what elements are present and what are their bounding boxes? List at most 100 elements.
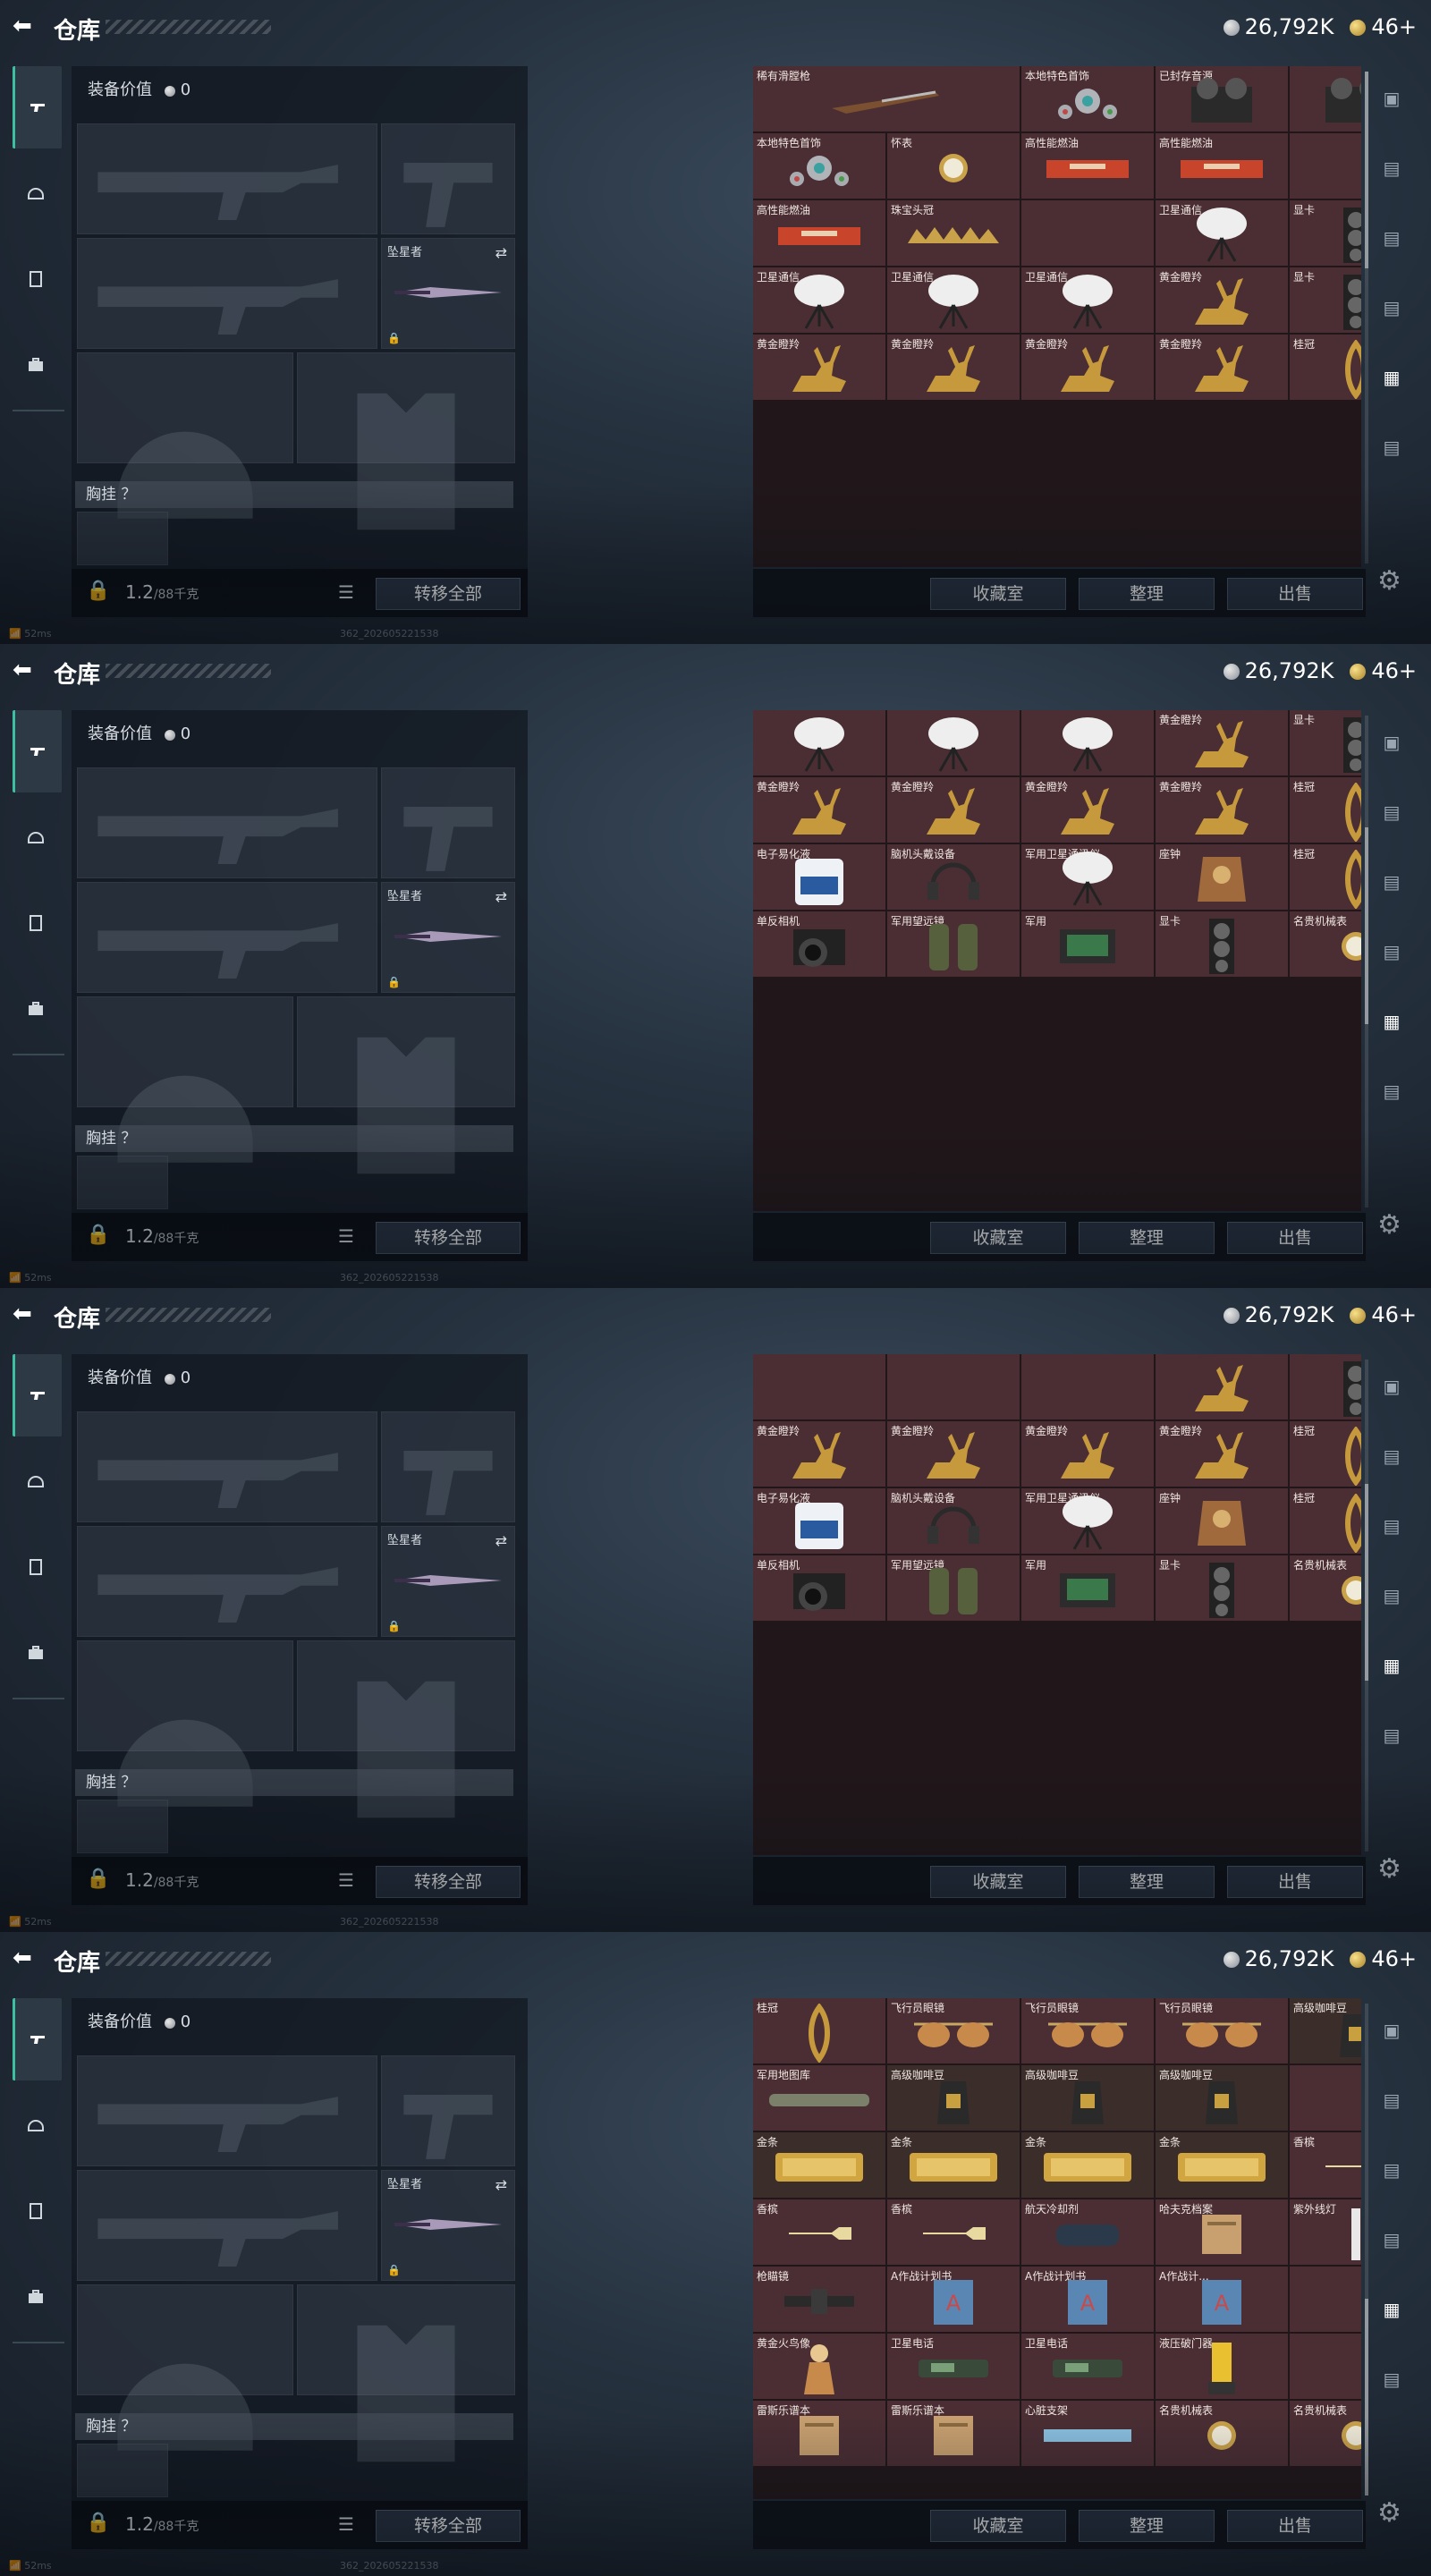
stash-item[interactable]: 香槟	[1290, 2132, 1361, 2198]
stash-item[interactable]: 珠宝头冠	[887, 200, 1020, 266]
stash-item[interactable]: 黄金瞪羚	[887, 777, 1020, 843]
gold-balance[interactable]: 46+	[1350, 1302, 1417, 1327]
nav-backpack[interactable]	[13, 1630, 59, 1676]
tab-stash-3[interactable]: ▤	[1374, 2152, 1410, 2188]
nav-helmet[interactable]	[13, 170, 59, 216]
helmet-slot[interactable]	[77, 996, 293, 1163]
stash-item[interactable]	[1156, 1354, 1288, 1419]
stash-item[interactable]: 飞行员眼镜	[1156, 1998, 1288, 2063]
stash-item[interactable]: 金条	[1156, 2132, 1288, 2198]
stash-item[interactable]: 电子易化液	[753, 1488, 885, 1554]
tab-stash-4[interactable]: ▤	[1374, 1578, 1410, 1614]
stash-item[interactable]: 香槟	[887, 2199, 1020, 2265]
organize-button[interactable]: 整理	[1079, 578, 1215, 610]
collection-room-button[interactable]: 收藏室	[930, 1222, 1066, 1254]
tab-stash-6[interactable]: ▤	[1374, 429, 1410, 465]
chest-rig-slot[interactable]	[77, 512, 168, 565]
nav-armor[interactable]	[13, 256, 59, 302]
secondary-weapon-slot[interactable]	[77, 2170, 377, 2281]
stash-item[interactable]: 卫星通信	[1156, 200, 1288, 266]
stash-item[interactable]: 本地特色首饰	[753, 133, 885, 199]
tab-stash-5[interactable]: ▦	[1374, 1648, 1410, 1683]
stash-item[interactable]: 军用望远镜	[887, 1555, 1020, 1621]
nav-weapons[interactable]	[13, 1354, 62, 1436]
list-icon[interactable]: ☰	[338, 2513, 354, 2535]
sell-button[interactable]: 出售	[1227, 578, 1363, 610]
stash-item[interactable]: 航天冷却剂	[1021, 2199, 1154, 2265]
nav-weapons[interactable]	[13, 710, 62, 792]
stash-item[interactable]: 座钟	[1156, 1488, 1288, 1554]
pistol-slot[interactable]	[381, 2055, 515, 2166]
stash-item[interactable]: 桂冠	[1290, 777, 1361, 843]
stash-item[interactable]: 卫星电话	[887, 2334, 1020, 2399]
stash-item[interactable]: 显卡	[1290, 200, 1361, 266]
back-arrow-icon[interactable]: ⬅	[13, 1945, 39, 1971]
tab-stash-main[interactable]: ▣	[1374, 80, 1410, 116]
nav-helmet[interactable]	[13, 2102, 59, 2148]
stash-item[interactable]: 黄金瞪羚	[887, 335, 1020, 400]
sell-button[interactable]: 出售	[1227, 1222, 1363, 1254]
tab-stash-main[interactable]: ▣	[1374, 724, 1410, 760]
tab-stash-4[interactable]: ▤	[1374, 290, 1410, 326]
tab-stash-6[interactable]: ▤	[1374, 2361, 1410, 2397]
scrollbar-thumb[interactable]	[1365, 72, 1368, 268]
stash-item[interactable]	[1021, 200, 1154, 266]
stash-item[interactable]: A作战计划书 A	[887, 2267, 1020, 2332]
helmet-slot[interactable]	[77, 2284, 293, 2451]
stash-item[interactable]: 哈夫克档案	[1156, 2199, 1288, 2265]
stash-item[interactable]	[1021, 710, 1154, 775]
melee-slot[interactable]: 坠星者 ⇄ 🔒	[381, 882, 515, 993]
stash-item[interactable]	[753, 710, 885, 775]
stash-item[interactable]: 紫外线灯	[1290, 2199, 1361, 2265]
armor-slot[interactable]	[297, 2284, 515, 2462]
nav-backpack[interactable]	[13, 342, 59, 388]
stash-item[interactable]	[887, 710, 1020, 775]
chest-rig-slot[interactable]	[77, 2444, 168, 2497]
primary-weapon-slot[interactable]	[77, 1411, 377, 1522]
stash-item[interactable]: 雷斯乐谱本	[887, 2401, 1020, 2466]
swap-icon[interactable]: ⇄	[495, 888, 507, 905]
stash-item[interactable]: 军用	[1021, 1555, 1154, 1621]
nav-armor[interactable]	[13, 2188, 59, 2234]
stash-item[interactable]: 已封存音源	[1156, 66, 1288, 131]
pistol-slot[interactable]	[381, 1411, 515, 1522]
secondary-weapon-slot[interactable]	[77, 238, 377, 349]
stash-item[interactable]: 名贵机械表	[1290, 911, 1361, 977]
chest-rig-header[interactable]: 胸挂 ？	[75, 1769, 513, 1796]
collection-room-button[interactable]: 收藏室	[930, 1866, 1066, 1898]
settings-gear-icon[interactable]: ⚙	[1377, 565, 1401, 597]
padlock-icon[interactable]: 🔒	[86, 1868, 110, 1890]
stash-item[interactable]	[1290, 2065, 1361, 2131]
stash-item[interactable]: 桂冠	[1290, 1421, 1361, 1487]
stash-item[interactable]: 名贵机械表	[1290, 2401, 1361, 2466]
stash-item[interactable]: 黄金瞪羚	[1021, 335, 1154, 400]
stash-item[interactable]	[1290, 1354, 1361, 1419]
nav-backpack[interactable]	[13, 2274, 59, 2320]
stash-item[interactable]: 显卡	[1290, 267, 1361, 333]
padlock-icon[interactable]: 🔒	[86, 2512, 110, 2534]
stash-item[interactable]: 稀有滑膛枪	[753, 66, 1020, 131]
stash-item[interactable]: 雷斯乐谱本	[753, 2401, 885, 2466]
primary-weapon-slot[interactable]	[77, 767, 377, 878]
stash-item[interactable]: 脑机头戴设备	[887, 1488, 1020, 1554]
melee-slot[interactable]: 坠星者 ⇄ 🔒	[381, 2170, 515, 2281]
secondary-weapon-slot[interactable]	[77, 882, 377, 993]
list-icon[interactable]: ☰	[338, 1225, 354, 1247]
nav-armor[interactable]	[13, 1544, 59, 1590]
stash-item[interactable]: 卫星电话	[1021, 2334, 1154, 2399]
armor-slot[interactable]	[297, 352, 515, 530]
stash-item[interactable]: 金条	[753, 2132, 885, 2198]
stash-item[interactable]: 黄金瞪羚	[1156, 777, 1288, 843]
tab-stash-3[interactable]: ▤	[1374, 1508, 1410, 1544]
tab-stash-4[interactable]: ▤	[1374, 934, 1410, 970]
stash-item[interactable]: 高级咖啡豆	[1156, 2065, 1288, 2131]
pistol-slot[interactable]	[381, 123, 515, 234]
nav-helmet[interactable]	[13, 814, 59, 860]
stash-item[interactable]: 本地特色首饰	[1021, 66, 1154, 131]
organize-button[interactable]: 整理	[1079, 2510, 1215, 2542]
tab-stash-main[interactable]: ▣	[1374, 1368, 1410, 1404]
stash-item[interactable]: 怀表	[887, 133, 1020, 199]
tab-stash-4[interactable]: ▤	[1374, 2222, 1410, 2258]
stash-item[interactable]	[1290, 2267, 1361, 2332]
armor-slot[interactable]	[297, 1640, 515, 1818]
